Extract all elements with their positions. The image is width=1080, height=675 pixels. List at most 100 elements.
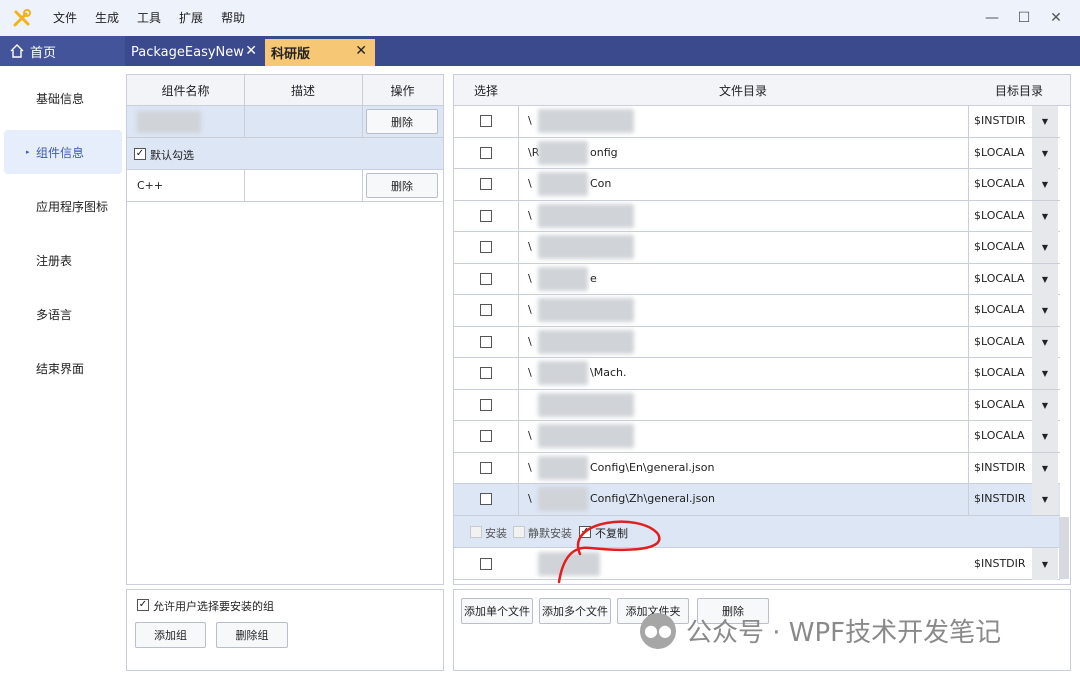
file-select-checkbox[interactable] [480,398,492,411]
add-multiple-files-button[interactable]: 添加多个文件 [539,598,611,624]
redacted-path [538,203,634,228]
file-row[interactable]: \ Config\En\general.json $INSTDIR ▼ [454,452,1060,484]
file-row[interactable]: \ $LOCALA ▼ [454,295,1060,327]
column-divider [968,200,969,232]
close-window-button[interactable]: ✕ [1040,0,1072,36]
file-row[interactable]: \R onfig $LOCALA ▼ [454,137,1060,169]
column-divider [518,232,519,263]
dropdown-arrow-icon[interactable]: ▼ [1032,232,1058,263]
menu-extensions[interactable]: 扩展 [170,0,212,36]
tab-close-icon[interactable]: ✕ [355,43,367,59]
file-row[interactable]: \ \Mach. $LOCALA ▼ [454,358,1060,390]
sidebar-item-languages[interactable]: 多语言 [4,292,122,336]
file-select-checkbox[interactable] [480,272,492,285]
app-logo-icon [0,0,44,36]
caret-right-icon: ▸ [26,148,30,156]
file-select-checkbox[interactable] [480,461,492,474]
column-divider [518,263,519,295]
file-row[interactable]: \ $LOCALA ▼ [454,326,1060,358]
file-select-checkbox[interactable] [480,335,492,348]
tab-package-easy-new[interactable]: PackageEasyNew ✕ [125,39,265,66]
silent-install-checkbox[interactable] [513,526,525,538]
redacted-path [538,392,634,417]
file-select-checkbox[interactable] [480,209,492,222]
file-row[interactable]: \ $LOCALA ▼ [454,421,1060,453]
sidebar-item-app-icon[interactable]: 应用程序图标 [4,184,122,228]
file-row[interactable]: \ $LOCALA ▼ [454,232,1060,264]
column-divider [362,75,363,137]
redacted-path [538,172,588,196]
dropdown-arrow-icon[interactable]: ▼ [1032,295,1058,326]
menu-help[interactable]: 帮助 [212,0,254,36]
minimize-button[interactable]: — [976,0,1008,36]
dropdown-arrow-icon[interactable]: ▼ [1032,169,1058,200]
install-checkbox[interactable] [470,526,482,538]
file-row[interactable]: \ e $LOCALA ▼ [454,263,1060,295]
column-divider [968,326,969,358]
target-dir-value: $LOCALA [974,366,1025,379]
tab-research-edition[interactable]: 科研版 ✕ [265,39,375,66]
file-select-checkbox[interactable] [480,304,492,316]
sidebar-item-finish-page[interactable]: 结束界面 [4,346,122,390]
dropdown-arrow-icon[interactable]: ▼ [1032,484,1058,515]
file-select-checkbox[interactable] [480,430,492,442]
file-select-checkbox[interactable] [480,115,492,127]
delete-component-button[interactable]: 删除 [366,173,438,198]
column-divider [518,295,519,326]
dropdown-arrow-icon[interactable]: ▼ [1032,421,1058,452]
maximize-button[interactable]: ☐ [1008,0,1040,36]
sidebar-item-registry[interactable]: 注册表 [4,238,122,282]
file-path-suffix: Con [590,177,612,190]
file-path-prefix: \ [528,208,532,222]
file-row[interactable]: \ $LOCALA ▼ [454,200,1060,232]
component-row[interactable]: C++ 删除 [127,170,443,202]
file-path-prefix: \ [528,429,532,442]
file-row[interactable]: \ Config\Zh\general.json $INSTDIR ▼ [454,484,1060,516]
component-grid: 组件名称 描述 操作 删除 ✓ 默认勾选 C++ 删除 [126,74,444,585]
file-grid-scrollbar[interactable] [1059,517,1069,579]
file-path-prefix: \ [528,334,532,348]
file-select-checkbox[interactable] [480,241,492,253]
dropdown-arrow-icon[interactable]: ▼ [1032,200,1058,232]
file-select-checkbox[interactable] [480,146,492,159]
tab-home[interactable]: 首页 [0,36,125,66]
tab-home-label: 首页 [30,45,57,61]
add-group-button[interactable]: 添加组 [135,622,206,648]
dropdown-arrow-icon[interactable]: ▼ [1032,263,1058,295]
dropdown-arrow-icon[interactable]: ▼ [1032,106,1058,137]
sidebar-item-component-info[interactable]: ▸ 组件信息 [4,130,122,174]
column-divider [968,295,969,326]
dropdown-arrow-icon[interactable]: ▼ [1032,358,1058,389]
allow-select-checkbox[interactable]: ✓ [137,599,149,611]
dropdown-arrow-icon[interactable]: ▼ [1032,548,1058,580]
red-annotation-circle [557,520,661,584]
file-select-checkbox[interactable] [480,178,492,190]
file-row[interactable]: $LOCALA ▼ [454,389,1060,421]
menu-build[interactable]: 生成 [86,0,128,36]
file-select-checkbox[interactable] [480,493,492,505]
default-check-checkbox[interactable]: ✓ [134,148,146,160]
file-path-prefix: \ [528,460,532,474]
redacted-name [137,111,201,133]
file-select-checkbox[interactable] [480,367,492,379]
file-select-checkbox[interactable] [480,558,492,570]
column-divider [518,137,519,169]
menu-file[interactable]: 文件 [44,0,86,36]
file-row[interactable]: \ $INSTDIR ▼ [454,106,1060,138]
file-path-suffix: Config\En\general.json [590,460,715,474]
dropdown-arrow-icon[interactable]: ▼ [1032,137,1058,169]
add-single-file-button[interactable]: 添加单个文件 [461,598,533,624]
menu-tools[interactable]: 工具 [128,0,170,36]
file-row[interactable]: \ Con $LOCALA ▼ [454,169,1060,201]
wechat-icon: ●● [640,612,676,649]
sidebar-item-basic-info[interactable]: 基础信息 [4,76,122,120]
tab-label: 科研版 [271,47,311,62]
dropdown-arrow-icon[interactable]: ▼ [1032,326,1058,358]
column-header-select: 选择 [454,75,518,106]
tab-close-icon[interactable]: ✕ [245,43,257,59]
component-row[interactable]: 删除 [127,106,443,138]
dropdown-arrow-icon[interactable]: ▼ [1032,389,1058,421]
delete-component-button[interactable]: 删除 [366,109,438,134]
dropdown-arrow-icon[interactable]: ▼ [1032,452,1058,484]
delete-group-button[interactable]: 删除组 [216,622,288,648]
